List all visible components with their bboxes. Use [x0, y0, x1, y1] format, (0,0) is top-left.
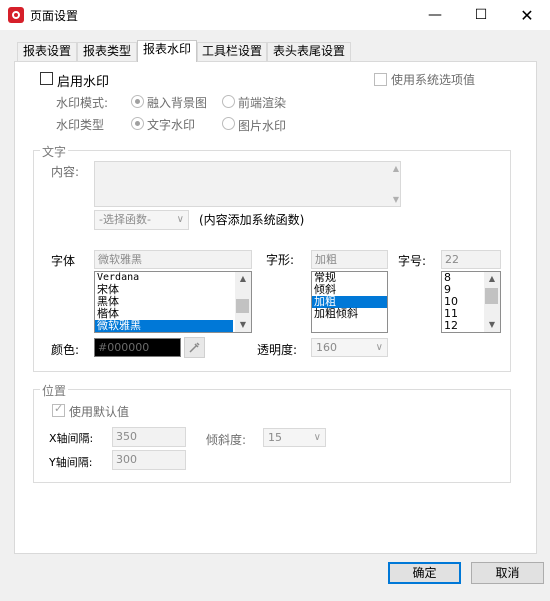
opacity-select-value: 160	[316, 341, 337, 354]
ok-button[interactable]: 确定	[388, 562, 461, 584]
y-interval-label: Y轴间隔:	[49, 456, 93, 469]
tab-report-watermark[interactable]: 报表水印	[137, 40, 197, 62]
color-picker-button[interactable]	[184, 337, 205, 358]
content-textarea[interactable]: ▲ ▼	[94, 161, 401, 207]
list-item[interactable]: 加粗倾斜	[312, 308, 387, 320]
tilt-label: 倾斜度:	[206, 433, 247, 447]
color-field[interactable]: #000000	[94, 338, 181, 357]
opacity-label: 透明度:	[257, 343, 298, 357]
eyedropper-icon	[189, 342, 200, 353]
type-image-radio[interactable]	[222, 117, 235, 130]
type-text-label: 文字水印	[147, 118, 196, 132]
use-default-label: 使用默认值	[69, 405, 130, 419]
watermark-type-label: 水印类型	[56, 118, 105, 132]
scroll-up-icon[interactable]: ▲	[235, 272, 251, 286]
maximize-button[interactable]: ☐	[458, 0, 504, 30]
enable-watermark-checkbox[interactable]	[40, 72, 53, 85]
mode-frontend-label: 前端渲染	[238, 96, 287, 110]
use-system-option-checkbox[interactable]	[374, 73, 387, 86]
tab-header-footer-settings[interactable]: 表头表尾设置	[267, 42, 351, 61]
use-system-option-label: 使用系统选项值	[391, 73, 476, 87]
chevron-down-icon: ∨	[313, 432, 321, 443]
mode-background-label: 融入背景图	[147, 96, 208, 110]
window-title: 页面设置	[30, 9, 79, 23]
scroll-down-icon[interactable]: ▼	[484, 318, 500, 332]
font-field[interactable]: 微软雅黑	[94, 250, 252, 269]
mode-background-radio[interactable]	[131, 95, 144, 108]
chevron-down-icon: ∨	[176, 214, 184, 225]
scroll-up-icon: ▲	[392, 164, 399, 173]
function-select-value: -选择函数-	[99, 213, 151, 226]
tab-toolbar-settings[interactable]: 工具栏设置	[197, 42, 267, 61]
minimize-button[interactable]: —	[412, 0, 458, 30]
position-group-title: 位置	[40, 382, 69, 399]
style-label: 字形:	[266, 253, 295, 267]
x-interval-label: X轴间隔:	[49, 432, 94, 445]
enable-watermark-label: 启用水印	[57, 75, 110, 90]
function-hint: (内容添加系统函数)	[199, 213, 305, 227]
use-default-checkbox[interactable]	[52, 402, 65, 417]
y-interval-field[interactable]: 300	[112, 450, 186, 470]
tab-report-settings[interactable]: 报表设置	[17, 42, 77, 61]
chevron-down-icon: ∨	[375, 342, 383, 353]
content-label: 内容:	[51, 165, 80, 179]
scroll-down-icon[interactable]: ▼	[235, 318, 251, 332]
tilt-select-value: 15	[268, 431, 282, 444]
color-label: 颜色:	[51, 343, 80, 357]
style-list[interactable]: 常规 倾斜 加粗 加粗倾斜	[311, 271, 388, 333]
size-field[interactable]: 22	[441, 250, 501, 269]
app-logo-icon	[8, 7, 24, 23]
close-button[interactable]: ✕	[504, 0, 550, 30]
size-list[interactable]: 8 9 10 11 12 ▲ ▼	[441, 271, 501, 333]
opacity-select[interactable]: 160 ∨	[311, 338, 388, 357]
font-label: 字体	[51, 254, 76, 268]
font-list-scrollbar[interactable]: ▲ ▼	[235, 272, 251, 332]
x-interval-field[interactable]: 350	[112, 427, 186, 447]
style-field[interactable]: 加粗	[311, 250, 388, 269]
watermark-mode-label: 水印模式:	[56, 96, 109, 110]
tab-report-type[interactable]: 报表类型	[77, 42, 137, 61]
type-text-radio[interactable]	[131, 117, 144, 130]
scroll-down-icon: ▼	[392, 195, 399, 204]
mode-frontend-radio[interactable]	[222, 95, 235, 108]
list-item-selected[interactable]: 微软雅黑	[95, 320, 233, 332]
scroll-thumb[interactable]	[236, 299, 249, 313]
function-select[interactable]: -选择函数- ∨	[94, 210, 189, 230]
size-label: 字号:	[398, 254, 427, 268]
tilt-select[interactable]: 15 ∨	[263, 428, 326, 447]
font-list[interactable]: Verdana 宋体 黑体 楷体 微软雅黑 ▲ ▼	[94, 271, 252, 333]
scroll-up-icon[interactable]: ▲	[484, 272, 500, 286]
cancel-button[interactable]: 取消	[471, 562, 544, 584]
type-image-label: 图片水印	[238, 119, 287, 133]
size-list-scrollbar[interactable]: ▲ ▼	[484, 272, 500, 332]
text-group-title: 文字	[40, 143, 69, 160]
title-bar: 页面设置 — ☐ ✕	[0, 0, 550, 30]
scroll-thumb[interactable]	[485, 288, 498, 304]
